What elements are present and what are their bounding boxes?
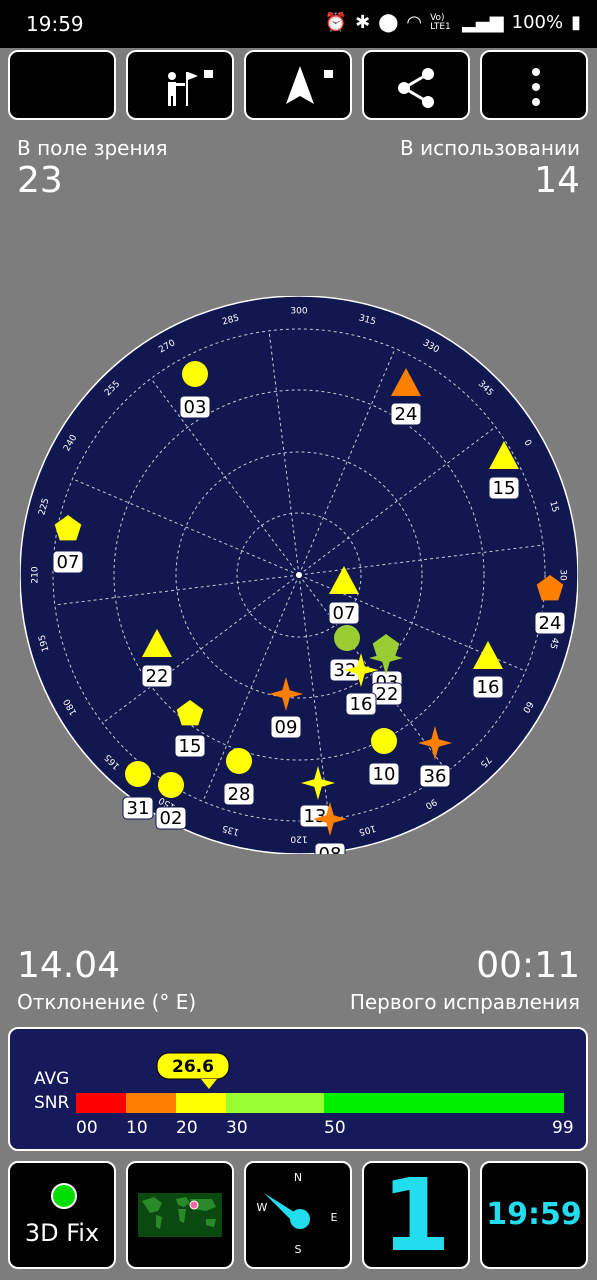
degree-label: 30 (558, 569, 568, 581)
snr-segment (324, 1093, 564, 1113)
wifi-icon: ◠ (406, 12, 423, 33)
clock-button[interactable]: 19:59 (480, 1161, 588, 1269)
alarm-icon: ⏰ (324, 12, 348, 33)
share-icon (398, 68, 434, 108)
satellite-id: 02 (160, 808, 183, 829)
fix-status-button[interactable]: 3D Fix (8, 1161, 116, 1269)
degree-label: 300 (290, 307, 307, 317)
snr-tick-label: 00 (76, 1118, 98, 1138)
map-button[interactable] (126, 1161, 234, 1269)
clock-display: 19:59 (486, 1197, 582, 1232)
snr-tick-label: 50 (324, 1118, 346, 1138)
snr-tick-label: 10 (126, 1118, 148, 1138)
satellite-id: 08 (319, 844, 342, 854)
satellite-count-button[interactable]: 1 (362, 1157, 470, 1274)
degree-label: 210 (31, 566, 41, 583)
signal-icon: ▂▄▆ (462, 12, 504, 33)
satellite-id: 07 (57, 552, 80, 573)
share-button[interactable] (362, 50, 470, 120)
location-icon: ⬤ (378, 12, 399, 33)
lock-icon (324, 70, 333, 78)
satellite-id: 31 (127, 798, 150, 819)
network-label: Vo) LTE1 (430, 12, 451, 32)
satellite-count: 1 (381, 1157, 451, 1274)
avg-snr-value: 26.6 (172, 1057, 214, 1077)
fix-status-graphic (51, 1183, 77, 1209)
navigation-arrow-icon (286, 66, 333, 104)
snr-segment (76, 1093, 126, 1113)
snr-panel: AVG SNR 00 10 20 30 50 99 26.6 (8, 1027, 588, 1151)
sky-plot: 3003153303450153045607590105120135150165… (20, 296, 578, 854)
avg-pointer-arrow (201, 1079, 217, 1089)
lock-icon (204, 70, 213, 78)
snr-bar: 00 10 20 30 50 99 26.6 (76, 1052, 574, 1138)
in-use-value: 14 (534, 160, 580, 201)
satellite-marker (371, 728, 397, 754)
satellite-id: 24 (539, 613, 562, 634)
man-flag-icon (168, 70, 213, 106)
night-mode-button[interactable] (8, 50, 116, 120)
more-menu-icon (532, 68, 540, 106)
compass-hub (290, 1209, 310, 1229)
man-flag-button[interactable] (126, 50, 234, 120)
satellite-id: 36 (424, 766, 447, 787)
satellite-marker (182, 361, 208, 387)
battery-icon: ▮ (571, 12, 581, 33)
satellite-id: 07 (333, 603, 356, 624)
snr-segment (126, 1093, 176, 1113)
snr-segment (176, 1093, 226, 1113)
snr-tick-label: 20 (176, 1118, 198, 1138)
compass-button[interactable]: N E S W (244, 1161, 352, 1269)
status-icons: ⏰ ✱ ⬤ ◠ Vo) LTE1 ▂▄▆ 100% ▮ (325, 12, 581, 33)
declination-label: Отклонение (° E) (17, 990, 197, 1014)
compass-direction-label: W (257, 1201, 268, 1214)
first-fix-value: 00:11 (476, 945, 580, 986)
satellite-marker (226, 748, 252, 774)
in-use-label: В использовании (400, 136, 580, 160)
satellite-id: 16 (477, 677, 500, 698)
satellite-id: 16 (350, 694, 373, 715)
satellite-marker (334, 625, 360, 651)
satellite-id: 03 (184, 397, 207, 418)
world-map-icon (138, 1193, 222, 1237)
degree-label: 120 (290, 834, 307, 844)
compass-icon: N E S W (257, 1171, 338, 1256)
snr-tick-label: 99 (552, 1118, 574, 1138)
satellite-id: 15 (179, 736, 202, 757)
fix-indicator-icon (51, 1183, 77, 1209)
satellite-id: 24 (395, 404, 418, 425)
snr-segment (226, 1093, 324, 1113)
first-fix-label: Первого исправления (349, 990, 580, 1014)
bluetooth-icon: ✱ (355, 12, 371, 33)
toolbar (8, 50, 590, 120)
battery-percent: 100% (511, 12, 564, 33)
fix-label: 3D Fix (24, 1219, 100, 1247)
satellite-marker (125, 761, 151, 787)
in-view-label: В поле зрения (17, 136, 168, 160)
satellite-id: 22 (146, 666, 169, 687)
in-view-value: 23 (17, 160, 63, 201)
satellite-id: 22 (376, 684, 399, 705)
satellite-id: 09 (275, 717, 298, 738)
declination-value: 14.04 (17, 945, 121, 986)
satellite-id: 10 (373, 764, 396, 785)
snr-tick-label: 30 (226, 1118, 248, 1138)
compass-direction-label: E (331, 1211, 338, 1224)
satellite-id: 15 (493, 478, 516, 499)
status-time: 19:59 (26, 12, 84, 36)
satellite-id: 28 (228, 784, 251, 805)
satellite-marker (158, 772, 184, 798)
status-bar: 19:59 ⏰ ✱ ⬤ ◠ Vo) LTE1 ▂▄▆ 100% ▮ (0, 0, 597, 48)
navigation-button[interactable] (244, 50, 352, 120)
compass-direction-label: S (295, 1243, 302, 1256)
compass-direction-label: N (294, 1171, 302, 1184)
more-menu-button[interactable] (480, 50, 588, 120)
night-mode-icon (52, 70, 72, 105)
